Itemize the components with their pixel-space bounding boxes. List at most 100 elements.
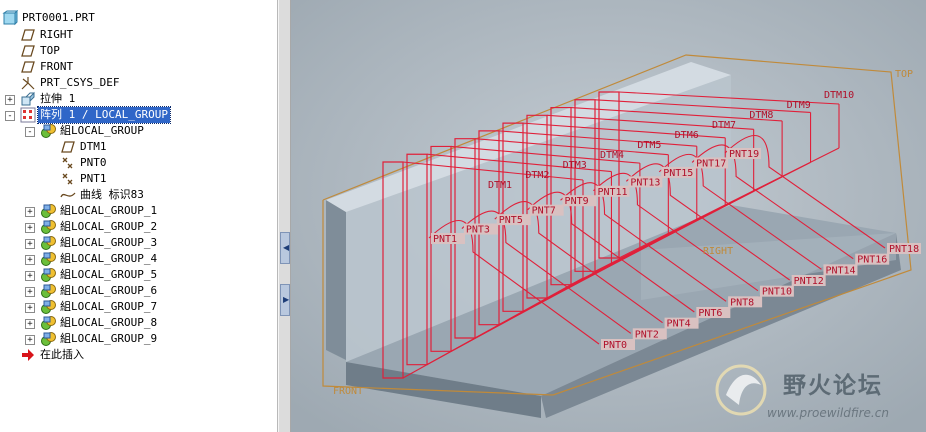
tree-item-group[interactable]: 組LOCAL_GROUP bbox=[40, 123, 146, 139]
datum-plane-label: DTM3 bbox=[563, 160, 587, 171]
watermark-text: 野火论坛 bbox=[783, 373, 883, 399]
expand-toggle[interactable]: + bbox=[25, 255, 35, 265]
point-label: PNT1 bbox=[433, 234, 457, 245]
expand-toggle[interactable]: + bbox=[25, 207, 35, 217]
datum-label-right: RIGHT bbox=[703, 246, 733, 257]
panel-splitter[interactable]: ◀ ▶ bbox=[278, 0, 291, 432]
tree-item-csys[interactable]: PRT_CSYS_DEF bbox=[20, 75, 121, 91]
datum-plane-label: DTM5 bbox=[637, 140, 661, 151]
tree-item-label: 組LOCAL_GROUP_8 bbox=[60, 316, 158, 329]
tree-item-front[interactable]: FRONT bbox=[20, 59, 75, 75]
tree-item-group-5[interactable]: 組LOCAL_GROUP_5 bbox=[40, 267, 159, 283]
tree-item-pnt0[interactable]: PNT0 bbox=[60, 155, 109, 171]
tree-root-label: PRT0001.PRT bbox=[22, 11, 95, 24]
tree-item-label: FRONT bbox=[40, 60, 74, 73]
group-icon bbox=[40, 235, 56, 251]
point-label: PNT6 bbox=[698, 308, 722, 319]
datum-point-icon bbox=[60, 155, 76, 171]
expand-toggle[interactable]: + bbox=[25, 335, 35, 345]
tree-item-pnt1[interactable]: PNT1 bbox=[60, 171, 109, 187]
expand-toggle[interactable]: + bbox=[25, 303, 35, 313]
point-label: PNT10 bbox=[762, 287, 792, 298]
tree-item-label: 組LOCAL_GROUP_7 bbox=[60, 300, 158, 313]
datum-plane-label: DTM1 bbox=[488, 180, 512, 191]
tree-item-pattern[interactable]: 阵列 1 / LOCAL_GROUP bbox=[20, 106, 171, 124]
tree-item-label: RIGHT bbox=[40, 28, 74, 41]
datum-plane-label: DTM6 bbox=[675, 130, 699, 141]
point-label: PNT15 bbox=[663, 168, 693, 179]
point-label: PNT5 bbox=[499, 215, 523, 226]
tree-item-label: 組LOCAL_GROUP bbox=[60, 124, 144, 137]
watermark-url: www.proewildfire.cn bbox=[767, 406, 889, 420]
point-label: PNT2 bbox=[635, 329, 659, 340]
expand-toggle[interactable]: + bbox=[25, 287, 35, 297]
datum-plane-icon bbox=[20, 27, 36, 43]
tree-item-label: 組LOCAL_GROUP_4 bbox=[60, 252, 158, 265]
tree-item-group-2[interactable]: 組LOCAL_GROUP_2 bbox=[40, 219, 159, 235]
tree-item-group-7[interactable]: 組LOCAL_GROUP_7 bbox=[40, 299, 159, 315]
datum-label-front: FRONT bbox=[333, 386, 363, 397]
point-label: PNT14 bbox=[825, 265, 855, 276]
point-label: PNT0 bbox=[603, 340, 627, 351]
tree-item-group-9[interactable]: 組LOCAL_GROUP_9 bbox=[40, 331, 159, 347]
extrude-icon bbox=[20, 91, 36, 107]
pattern-icon bbox=[20, 107, 36, 123]
point-label: PNT4 bbox=[667, 319, 691, 330]
datum-plane-label: DTM2 bbox=[525, 170, 549, 181]
point-label: PNT8 bbox=[730, 297, 754, 308]
graphics-viewport[interactable]: DTM10 PNT19 PNT18 DTM9 PNT17 PNT16 DTM8 PNT15 PN… bbox=[291, 0, 926, 432]
collapse-panel-button[interactable]: ◀ bbox=[280, 232, 290, 264]
tree-item-group-8[interactable]: 組LOCAL_GROUP_8 bbox=[40, 315, 159, 331]
datum-plane-label: DTM8 bbox=[749, 110, 773, 121]
group-icon bbox=[40, 315, 56, 331]
tree-item-extrude[interactable]: 拉伸 1 bbox=[20, 91, 77, 107]
tree-item-top[interactable]: TOP bbox=[20, 43, 62, 59]
point-label: PNT12 bbox=[794, 276, 824, 287]
expand-toggle[interactable]: + bbox=[25, 239, 35, 249]
tree-item-label: PRT_CSYS_DEF bbox=[40, 76, 120, 89]
tree-item-group-1[interactable]: 組LOCAL_GROUP_1 bbox=[40, 203, 159, 219]
collapse-toggle[interactable]: - bbox=[25, 127, 35, 137]
datum-plane-label: DTM9 bbox=[787, 100, 811, 111]
tree-item-group-3[interactable]: 組LOCAL_GROUP_3 bbox=[40, 235, 159, 251]
tree-item-right[interactable]: RIGHT bbox=[20, 27, 75, 43]
tree-item-curve[interactable]: 曲线 标识83 bbox=[60, 187, 146, 203]
tree-root[interactable]: PRT0001.PRT bbox=[2, 10, 97, 26]
group-icon bbox=[40, 123, 56, 139]
datum-plane-label: DTM4 bbox=[600, 150, 624, 161]
chevron-left-icon: ◀ bbox=[283, 243, 290, 252]
expand-toggle[interactable]: + bbox=[5, 95, 15, 105]
tree-item-group-4[interactable]: 組LOCAL_GROUP_4 bbox=[40, 251, 159, 267]
tree-item-label: 組LOCAL_GROUP_5 bbox=[60, 268, 158, 281]
group-icon bbox=[40, 331, 56, 347]
point-label: PNT16 bbox=[857, 255, 887, 266]
point-label: PNT13 bbox=[630, 177, 660, 188]
tree-item-label: 組LOCAL_GROUP_3 bbox=[60, 236, 158, 249]
tree-item-group-6[interactable]: 組LOCAL_GROUP_6 bbox=[40, 283, 159, 299]
part-icon bbox=[2, 10, 18, 26]
expand-toggle[interactable]: + bbox=[25, 271, 35, 281]
datum-plane-label: DTM7 bbox=[712, 120, 736, 131]
expand-panel-button[interactable]: ▶ bbox=[280, 284, 290, 316]
group-icon bbox=[40, 267, 56, 283]
datum-point-icon bbox=[60, 171, 76, 187]
point-label: PNT3 bbox=[466, 225, 490, 236]
collapse-toggle[interactable]: - bbox=[5, 111, 15, 121]
expand-toggle[interactable]: + bbox=[25, 319, 35, 329]
tree-item-label: 組LOCAL_GROUP_6 bbox=[60, 284, 158, 297]
tree-item-label: 組LOCAL_GROUP_9 bbox=[60, 332, 158, 345]
tree-item-label: TOP bbox=[40, 44, 60, 57]
tree-item-label: 組LOCAL_GROUP_1 bbox=[60, 204, 158, 217]
datum-plane-icon bbox=[20, 43, 36, 59]
datum-label-top: TOP bbox=[895, 69, 913, 80]
datum-plane-label: DTM10 bbox=[824, 90, 854, 101]
expand-toggle[interactable]: + bbox=[25, 223, 35, 233]
tree-item-insert-here[interactable]: 在此插入 bbox=[20, 347, 86, 363]
model-tree: PRT0001.PRT RIGHT TOP FRONT PRT_CSYS_DEF… bbox=[0, 0, 278, 432]
datum-plane-icon bbox=[60, 139, 76, 155]
point-label: PNT11 bbox=[597, 187, 627, 198]
insert-arrow-icon bbox=[20, 347, 36, 363]
curve-icon bbox=[60, 187, 76, 203]
tree-item-label: PNT1 bbox=[80, 172, 107, 185]
tree-item-dtm1[interactable]: DTM1 bbox=[60, 139, 109, 155]
